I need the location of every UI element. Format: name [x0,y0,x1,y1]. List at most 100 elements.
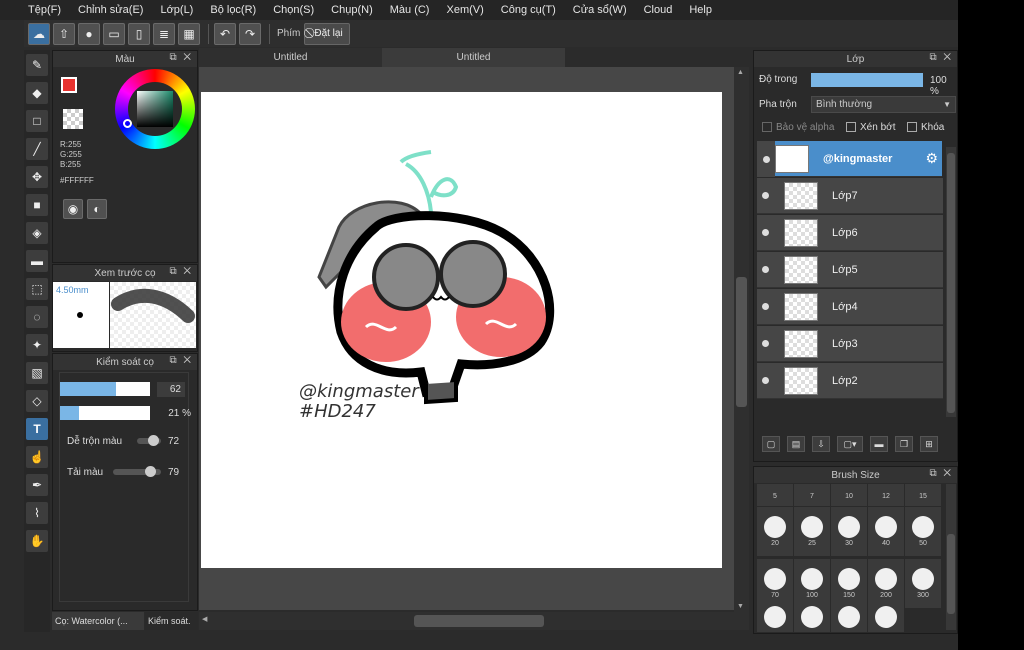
menu-item[interactable]: Màu (C) [390,4,430,16]
rect-select-tool-icon[interactable]: ⬚ [26,278,48,300]
brush-size-cell[interactable]: 5 [757,484,793,506]
import-layer-icon[interactable]: ⇩ [812,436,830,452]
drawing-canvas[interactable]: @kingmaster #HD247 [201,92,722,568]
scroll-up-icon[interactable]: ▲ [737,69,744,76]
layers-scrollbar[interactable] [946,147,956,417]
layer-row[interactable]: Lớp3 [757,326,943,362]
panel-controls-icon[interactable]: ⧉ ✕ [169,355,193,366]
brush-size-cell[interactable]: 200 [868,559,904,608]
lasso-tool-icon[interactable]: ◌ [26,306,48,328]
new-layer-type-icon[interactable]: ▤ [787,436,805,452]
visibility-icon[interactable] [762,229,769,236]
fill-rect-tool-icon[interactable]: ■ [26,194,48,216]
menu-item[interactable]: Lớp(L) [160,4,193,16]
pointer-tool-icon[interactable]: ☝ [26,446,48,468]
brush-size-cell[interactable]: 10 [831,484,867,506]
brush-size-cell[interactable]: 25 [794,507,830,556]
pen-tool-icon[interactable]: ✒ [26,474,48,496]
cloud-icon[interactable]: ☁ [28,22,50,45]
panel-controls-icon[interactable]: ⧉ ✕ [169,266,193,277]
hand-tool-icon[interactable]: ✋ [26,530,48,552]
brush-size-cell[interactable]: 150 [831,559,867,608]
menu-item[interactable]: Chỉnh sửa(E) [78,4,143,16]
brush-tab[interactable]: Cọ: Watercolor (... [52,612,144,630]
visibility-icon[interactable] [762,192,769,199]
brush-size-cell[interactable] [868,602,904,632]
gradient-tool-icon[interactable]: ▬ [26,250,48,272]
horizontal-scroll-thumb[interactable] [414,615,544,627]
brush-size-cell[interactable] [831,602,867,632]
canvas-vertical-scrollbar[interactable]: ▲ ▼ [734,67,749,612]
brush-size-cell[interactable]: 70 [757,559,793,608]
size-value[interactable]: 62 [157,382,185,397]
brush-size-cell[interactable]: 40 [868,507,904,556]
shape-tool-icon[interactable]: □ [26,110,48,132]
layer-row[interactable]: Lớp4 [757,289,943,325]
color-wheel[interactable] [115,69,195,149]
layer-row[interactable]: @kingmaster ⚙ [775,141,942,177]
brush-size-cell[interactable]: 30 [831,507,867,556]
visibility-icon[interactable] [762,303,769,310]
menu-item[interactable]: Tệp(F) [28,4,61,16]
layer-row[interactable]: Lớp2 [757,363,943,399]
eyedropper-tool-icon[interactable]: ⌇ [26,502,48,524]
menu-item[interactable]: Bộ lọc(R) [210,4,256,16]
hue-handle[interactable] [123,119,132,128]
brush-size-cell[interactable]: 50 [905,507,941,556]
reset-button[interactable]: ⃠Đặt lại [304,22,350,45]
color-load-slider-knob[interactable] [144,466,156,477]
eraser-tool-icon[interactable]: ◆ [26,82,48,104]
redo-icon[interactable]: ↷ [239,22,261,45]
speech-bubble-icon[interactable]: ● [78,22,100,45]
duplicate-layer-icon[interactable]: ❐ [895,436,913,452]
blend-mode-select[interactable]: Bình thường ▼ [811,96,956,113]
new-layer-icon[interactable]: ▢ [762,436,780,452]
visibility-icon[interactable] [762,377,769,384]
brush-tool-icon[interactable]: ✎ [26,54,48,76]
brush-size-cell[interactable]: 12 [868,484,904,506]
select-eraser-tool-icon[interactable]: ◇ [26,390,48,412]
bucket-tool-icon[interactable]: ◈ [26,222,48,244]
brush-size-cell[interactable] [757,602,793,632]
line-tool-icon[interactable]: ╱ [26,138,48,160]
vertical-scroll-thumb[interactable] [736,277,747,407]
scroll-left-icon[interactable]: ◀ [202,615,207,623]
size-slider[interactable] [60,382,150,396]
tab-untitled-1[interactable]: Untitled [199,48,382,67]
brush-size-scroll-thumb[interactable] [947,534,955,614]
list-icon[interactable]: ≣ [153,22,175,45]
brush-size-scrollbar[interactable] [946,484,956,630]
select-pen-tool-icon[interactable]: ▧ [26,362,48,384]
layer-row[interactable]: Lớp6 [757,215,943,251]
brush-size-cell[interactable] [794,602,830,632]
grid-icon[interactable]: ▦ [178,22,200,45]
panel-controls-icon[interactable]: ⧉ ✕ [929,52,953,63]
lock-checkbox[interactable]: Khóa [907,122,944,133]
brush-size-cell[interactable]: 20 [757,507,793,556]
brush-size-cell[interactable]: 100 [794,559,830,608]
menu-item[interactable]: Xem(V) [446,4,483,16]
layer-opacity-slider[interactable] [811,73,923,87]
control-tab[interactable]: Kiểm soát. [145,612,198,630]
brush-size-cell[interactable]: 300 [905,559,941,608]
export-icon[interactable]: ⇧ [53,22,75,45]
color-settings-icon[interactable]: ◐ [87,199,107,219]
undo-icon[interactable]: ↶ [214,22,236,45]
transparent-swatch[interactable] [63,109,83,129]
clip-checkbox[interactable]: Xén bớt [846,122,895,133]
blend-slider[interactable] [137,435,161,446]
panel-controls-icon[interactable]: ⧉ ✕ [929,468,953,479]
menu-item[interactable]: Công cụ(T) [501,4,556,16]
menu-item[interactable]: Chọn(S) [273,4,314,16]
visibility-toggle[interactable] [757,141,775,177]
scroll-down-icon[interactable]: ▼ [737,603,744,610]
brush-size-cell[interactable]: 7 [794,484,830,506]
menu-item[interactable]: Cửa sổ(W) [573,4,627,16]
saturation-square[interactable] [137,91,173,127]
tab-untitled-2[interactable]: Untitled [382,48,565,67]
merge-layer-icon[interactable]: ⊞ [920,436,938,452]
menu-item[interactable]: Cloud [644,4,673,16]
alpha-protect-checkbox[interactable]: Bảo vệ alpha [762,122,834,133]
palette-icon[interactable]: ◉ [63,199,83,219]
color-load-slider[interactable] [113,466,161,477]
